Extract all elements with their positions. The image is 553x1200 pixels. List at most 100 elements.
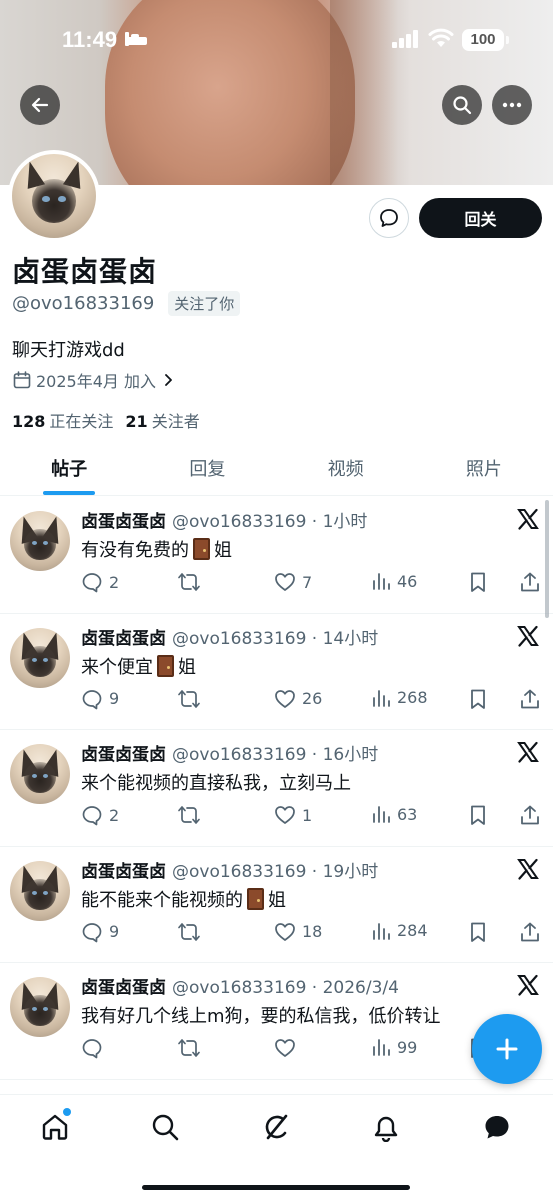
- cat-avatar-image: [10, 977, 70, 1037]
- cat-avatar-image: [10, 511, 70, 571]
- tab-videos[interactable]: 视频: [277, 440, 415, 495]
- nav-search[interactable]: [147, 1109, 183, 1145]
- post-author-name[interactable]: 卤蛋卤蛋卤: [81, 973, 166, 998]
- post-text-before: 来个能视频的直接私我，立刻马上: [81, 773, 351, 794]
- post-source: [517, 625, 539, 651]
- retweet-button[interactable]: [177, 688, 207, 710]
- like-button[interactable]: [274, 1037, 302, 1059]
- reply-button[interactable]: 9: [81, 921, 119, 943]
- post-author-name[interactable]: 卤蛋卤蛋卤: [81, 857, 166, 882]
- handle-row: @ovo16833169 关注了你: [12, 291, 241, 316]
- nav-grok[interactable]: [258, 1109, 294, 1145]
- notification-dot: [63, 1108, 71, 1116]
- like-count: 18: [302, 922, 323, 941]
- follow-stats: 128 正在关注 21 关注者: [12, 408, 200, 432]
- tab-replies[interactable]: 回复: [138, 440, 276, 495]
- post-author-name[interactable]: 卤蛋卤蛋卤: [81, 507, 166, 532]
- retweet-button[interactable]: [177, 571, 207, 593]
- message-button[interactable]: [369, 198, 409, 238]
- share-button[interactable]: [519, 921, 541, 943]
- post-author-name[interactable]: 卤蛋卤蛋卤: [81, 624, 166, 649]
- profile-avatar[interactable]: [8, 150, 100, 242]
- post-text-before: 我有好几个线上m狗，要的私信我，低价转让: [81, 1006, 441, 1027]
- post-text-after: 姐: [268, 889, 286, 911]
- status-bar: 11:49 100: [0, 0, 553, 80]
- reply-icon: [82, 573, 102, 593]
- compose-button[interactable]: [472, 1014, 542, 1084]
- post-text-before: 来个便宜: [81, 656, 153, 678]
- share-button[interactable]: [519, 571, 541, 593]
- post-header: 卤蛋卤蛋卤 @ovo16833169 · 19小时: [81, 857, 378, 882]
- post-item[interactable]: 卤蛋卤蛋卤 @ovo16833169 · 16小时 来个能视频的直接私我，立刻马上 2…: [0, 730, 553, 847]
- heart-icon: [275, 922, 295, 941]
- plus-icon: [496, 1038, 518, 1060]
- post-avatar[interactable]: [10, 744, 70, 804]
- back-button[interactable]: [20, 85, 60, 125]
- post-avatar[interactable]: [10, 511, 70, 571]
- post-meta: @ovo16833169 · 14小时: [172, 628, 379, 649]
- share-icon: [521, 922, 539, 941]
- like-button[interactable]: 1: [274, 804, 312, 826]
- reply-button[interactable]: 9: [81, 688, 119, 710]
- views-icon: [373, 922, 390, 940]
- share-icon: [521, 805, 539, 825]
- scrollbar[interactable]: [545, 500, 549, 618]
- post-meta: @ovo16833169 · 19小时: [172, 861, 379, 882]
- more-button[interactable]: [492, 85, 532, 125]
- search-button[interactable]: [442, 85, 482, 125]
- bookmark-icon: [471, 689, 485, 709]
- views-icon: [373, 573, 390, 590]
- views-button[interactable]: 284: [371, 921, 428, 941]
- post-meta: @ovo16833169 · 2026/3/4: [172, 978, 399, 998]
- nav-messages[interactable]: [479, 1109, 515, 1145]
- reply-button[interactable]: 2: [81, 571, 119, 593]
- bookmark-button[interactable]: [468, 688, 488, 710]
- post-item[interactable]: 卤蛋卤蛋卤 @ovo16833169 · 14小时 来个便宜 姐 9 26 268: [0, 614, 553, 730]
- home-indicator: [142, 1185, 410, 1190]
- post-author-name[interactable]: 卤蛋卤蛋卤: [81, 740, 166, 765]
- x-logo-icon: [517, 858, 539, 880]
- bookmark-button[interactable]: [468, 804, 488, 826]
- door-emoji-icon: [157, 654, 174, 677]
- nav-notifications[interactable]: [368, 1109, 404, 1145]
- post-avatar[interactable]: [10, 860, 70, 921]
- tab-photos[interactable]: 照片: [415, 440, 553, 495]
- post-item[interactable]: 卤蛋卤蛋卤 @ovo16833169 · 19小时 能不能来个能视频的 姐 9 18 284: [0, 847, 553, 963]
- followers-label: 关注者: [151, 412, 200, 431]
- post-avatar[interactable]: [10, 627, 70, 688]
- bottom-nav: [0, 1094, 553, 1200]
- followers-link[interactable]: 21 关注者: [125, 408, 199, 432]
- like-button[interactable]: 18: [274, 921, 322, 943]
- post-avatar[interactable]: [10, 977, 70, 1037]
- bookmark-button[interactable]: [468, 921, 488, 943]
- retweet-icon: [178, 806, 200, 824]
- messages-icon: [485, 1116, 509, 1139]
- retweet-button[interactable]: [177, 804, 207, 826]
- reply-button[interactable]: [81, 1037, 109, 1059]
- door-emoji-icon: [193, 538, 210, 560]
- post-item[interactable]: 卤蛋卤蛋卤 @ovo16833169 · 2026/3/4 我有好几个线上m狗，要的…: [0, 963, 553, 1080]
- share-button[interactable]: [519, 688, 541, 710]
- tab-posts[interactable]: 帖子: [0, 440, 138, 495]
- views-button[interactable]: 99: [371, 1037, 417, 1057]
- retweet-icon: [178, 1039, 200, 1057]
- views-button[interactable]: 46: [371, 571, 417, 591]
- like-button[interactable]: 26: [274, 688, 322, 710]
- post-text: 我有好几个线上m狗，要的私信我，低价转让: [81, 1002, 441, 1028]
- bookmark-button[interactable]: [468, 571, 488, 593]
- share-button[interactable]: [519, 804, 541, 826]
- follow-back-button[interactable]: 回关: [419, 198, 542, 238]
- views-button[interactable]: 63: [371, 804, 417, 824]
- x-logo-icon: [517, 974, 539, 996]
- retweet-button[interactable]: [177, 921, 207, 943]
- retweet-button[interactable]: [177, 1037, 207, 1059]
- post-source: [517, 508, 539, 534]
- views-button[interactable]: 268: [371, 688, 428, 708]
- post-item[interactable]: 卤蛋卤蛋卤 @ovo16833169 · 1小时 有没有免费的 姐 2 7 46: [0, 497, 553, 614]
- like-button[interactable]: 7: [274, 571, 312, 593]
- joined-date[interactable]: 2025年4月 加入: [12, 368, 180, 392]
- notifications-icon: [374, 1116, 398, 1142]
- heart-icon: [275, 806, 295, 824]
- following-link[interactable]: 128 正在关注: [12, 408, 113, 432]
- reply-button[interactable]: 2: [81, 804, 119, 826]
